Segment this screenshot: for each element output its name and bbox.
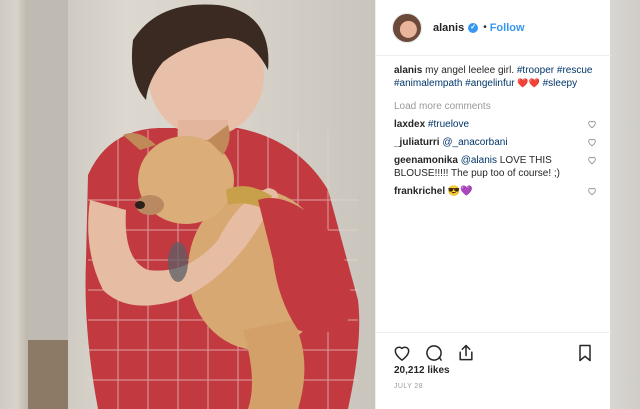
floor-boards [28, 340, 68, 409]
comment-item: frankrichel 😎💜 [394, 185, 599, 198]
hashtag-link[interactable]: #sleepy [543, 78, 577, 89]
post-date[interactable]: JULY 28 [394, 383, 423, 390]
photo-illustration [28, 0, 360, 409]
caption-text: my angel leelee girl. [425, 65, 515, 76]
heart-icon[interactable] [392, 343, 412, 363]
comment-item: geenamonika @alanis LOVE THIS BLOUSE!!!!… [394, 154, 599, 180]
comment-like-icon[interactable] [587, 137, 597, 147]
comment-item: laxdex #truelove [394, 118, 599, 131]
load-more-comments-button[interactable]: Load more comments [394, 100, 599, 113]
post-footer: 20,212 likes JULY 28 [376, 332, 611, 409]
dog-nose [135, 201, 145, 209]
comments-section: alanis my angel leelee girl. #trooper #r… [394, 64, 599, 198]
comment-like-icon[interactable] [587, 186, 597, 196]
username-link[interactable]: alanis [433, 22, 464, 34]
comment-username[interactable]: laxdex [394, 119, 425, 130]
comment-text[interactable]: @_anacorbani [442, 137, 507, 148]
comment-text: 😎💜 [447, 186, 473, 197]
post-card: alanis ✓ • Follow alanis my angel leelee… [28, 0, 611, 409]
post-photo[interactable] [28, 0, 375, 409]
post-caption: alanis my angel leelee girl. #trooper #r… [394, 64, 599, 90]
action-bar [392, 343, 476, 363]
comment-text[interactable]: #truelove [428, 119, 469, 130]
comment-item: _juliaturri @_anacorbani [394, 136, 599, 149]
heart-emoji: ❤️❤️ [517, 78, 540, 88]
hashtag-link[interactable]: #rescue [557, 65, 593, 76]
header-separator: • [483, 22, 487, 33]
comment-like-icon[interactable] [587, 155, 597, 165]
owl-tattoo [168, 242, 188, 282]
comment-bubble-icon[interactable] [424, 343, 444, 363]
comment-mention[interactable]: @alanis [461, 155, 497, 166]
blurred-backdrop-right [610, 0, 640, 409]
caption-username[interactable]: alanis [394, 65, 422, 76]
post-side-panel: alanis ✓ • Follow alanis my angel leelee… [375, 0, 611, 409]
comment-like-icon[interactable] [587, 119, 597, 129]
comment-username[interactable]: frankrichel [394, 186, 445, 197]
hashtag-link[interactable]: #animalempath [394, 78, 462, 89]
bookmark-icon[interactable] [575, 343, 595, 363]
hashtag-link[interactable]: #trooper [517, 65, 554, 76]
share-icon[interactable] [456, 343, 476, 363]
avatar[interactable] [392, 12, 422, 43]
verified-badge-icon: ✓ [468, 22, 479, 33]
dog-leg [243, 320, 305, 409]
follow-button[interactable]: Follow [490, 22, 525, 34]
blurred-backdrop-left [0, 0, 28, 409]
likes-count[interactable]: 20,212 likes [394, 365, 450, 376]
post-header: alanis ✓ • Follow [376, 0, 611, 56]
bookmark-button[interactable] [575, 343, 595, 363]
comment-username[interactable]: _juliaturri [394, 137, 440, 148]
comment-username[interactable]: geenamonika [394, 155, 458, 166]
hashtag-link[interactable]: #angelinfur [465, 78, 514, 89]
